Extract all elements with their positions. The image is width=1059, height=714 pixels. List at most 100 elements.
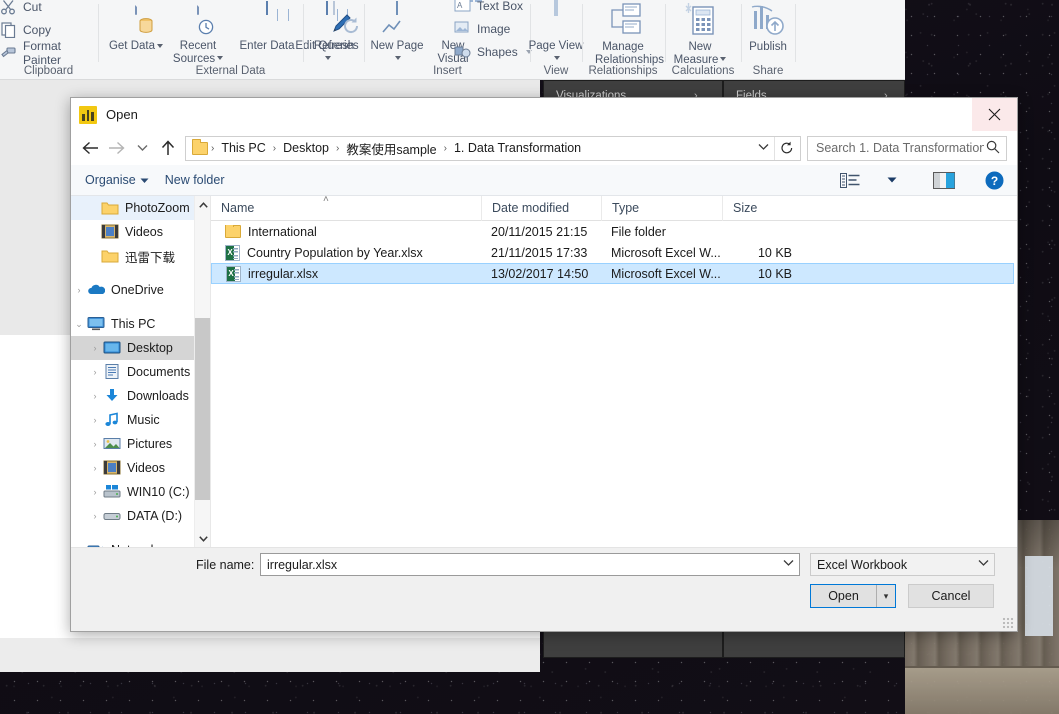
- ribbon-manage-relationships-button[interactable]: Manage Relationships: [595, 2, 664, 66]
- cancel-button[interactable]: Cancel: [908, 584, 994, 608]
- nav-item-photozoom-pro[interactable]: PhotoZoom Pro: [71, 196, 210, 220]
- breadcrumb-item-desktop[interactable]: Desktop: [277, 139, 335, 157]
- ribbon-new-measure-button[interactable]: New Measure: [668, 2, 732, 66]
- scroll-down-icon[interactable]: [195, 530, 210, 547]
- report-status-bar: [0, 638, 540, 672]
- address-chevron-down-icon[interactable]: [752, 143, 774, 154]
- column-header-size[interactable]: Size: [722, 195, 804, 221]
- file-name-input[interactable]: [261, 557, 777, 572]
- ribbon-shapes-label: Shapes: [477, 45, 518, 59]
- ribbon-shapes-button[interactable]: Shapes: [454, 41, 532, 63]
- table-row[interactable]: Country Population by Year.xlsx 21/11/20…: [211, 242, 1017, 263]
- ribbon-group-relationships-label: Relationships: [588, 65, 658, 77]
- preview-pane-icon[interactable]: [931, 169, 957, 191]
- file-name-chevron-down-icon[interactable]: [777, 559, 799, 570]
- ribbon-recent-sources-line1: Recent: [179, 40, 217, 52]
- nav-item-videos[interactable]: › Videos: [71, 456, 194, 480]
- chevron-right-icon[interactable]: ›: [87, 367, 103, 377]
- new-folder-button[interactable]: New folder: [165, 173, 225, 187]
- column-header-row: Name Date modified Type Size ˄: [211, 194, 1017, 221]
- ribbon-page-view-button[interactable]: Page View: [528, 0, 584, 65]
- search-box[interactable]: [807, 135, 1007, 161]
- breadcrumb: › This PC › Desktop › 教案使用sample › 1. Da…: [210, 137, 752, 160]
- breadcrumb-item-data-transformation[interactable]: 1. Data Transformation: [448, 139, 587, 157]
- ribbon-image-button[interactable]: Image: [454, 18, 510, 40]
- ribbon-text-box-button[interactable]: A Text Box: [454, 0, 523, 17]
- organise-button[interactable]: Organise: [85, 173, 149, 187]
- file-type-combobox[interactable]: Excel Workbook: [810, 553, 995, 576]
- nav-item-music[interactable]: › Music: [71, 408, 194, 432]
- onedrive-icon: [87, 282, 106, 298]
- back-icon[interactable]: [77, 135, 103, 161]
- nav-item-win10-c[interactable]: › WIN10 (C:): [71, 480, 194, 504]
- column-header-name[interactable]: Name: [211, 196, 481, 221]
- get-data-icon: [108, 1, 164, 38]
- table-row[interactable]: irregular.xlsx 13/02/2017 14:50 Microsof…: [211, 263, 1014, 284]
- chevron-right-icon[interactable]: ›: [87, 511, 103, 521]
- folder-icon: [225, 224, 241, 238]
- nav-item-documents[interactable]: › Documents: [71, 360, 194, 384]
- nav-item-data-d[interactable]: › DATA (D:): [71, 504, 194, 528]
- chevron-right-icon[interactable]: ›: [71, 285, 87, 295]
- open-split-caret-icon[interactable]: ▾: [877, 585, 895, 607]
- ribbon-copy-button[interactable]: Copy: [0, 19, 51, 41]
- ribbon-cut-button[interactable]: Cut: [0, 0, 42, 18]
- ribbon-recent-sources-button[interactable]: Recent Sources: [164, 1, 232, 65]
- ribbon-get-data-button[interactable]: Get Data: [108, 1, 164, 53]
- ribbon-publish-button[interactable]: Publish: [740, 2, 796, 54]
- view-list-icon[interactable]: [837, 169, 863, 191]
- nav-item-network[interactable]: › Network: [71, 538, 194, 547]
- recent-locations-chevron-down-icon[interactable]: [129, 135, 155, 161]
- nav-item-label: 迅雷下载: [125, 250, 176, 265]
- ribbon-image-label: Image: [477, 22, 511, 36]
- forward-icon[interactable]: [103, 135, 129, 161]
- power-bi-icon: [79, 105, 97, 124]
- nav-item-this-pc[interactable]: ⌄ This PC: [71, 312, 194, 336]
- ribbon-enter-data-button[interactable]: Enter Data: [239, 1, 295, 53]
- nav-item-downloads[interactable]: › Downloads: [71, 384, 194, 408]
- breadcrumb-item-this-pc[interactable]: This PC: [215, 139, 271, 157]
- help-icon[interactable]: ?: [981, 169, 1007, 191]
- nav-item-pictures[interactable]: › Pictures: [71, 432, 194, 456]
- scroll-up-icon[interactable]: [195, 196, 210, 213]
- column-header-date-modified[interactable]: Date modified: [481, 195, 601, 221]
- view-chevron-down-icon[interactable]: [879, 169, 905, 191]
- close-icon[interactable]: [972, 98, 1017, 131]
- file-type-chevron-down-icon[interactable]: [972, 559, 994, 570]
- up-icon[interactable]: [155, 135, 181, 161]
- image-icon: [454, 21, 471, 37]
- nav-item-label: DATA (D:): [127, 509, 183, 523]
- resize-grip[interactable]: [1002, 617, 1014, 629]
- chevron-right-icon[interactable]: ›: [87, 415, 103, 425]
- ribbon-group-insert: New Page New Visual A Text Box Image Sha…: [366, 0, 532, 80]
- file-name-combobox[interactable]: [260, 553, 800, 576]
- chevron-down-icon[interactable]: ⌄: [71, 319, 87, 330]
- open-button[interactable]: Open: [811, 585, 877, 607]
- chevron-right-icon[interactable]: ›: [87, 343, 103, 353]
- ribbon-group-share-label: Share: [752, 65, 784, 77]
- nav-item-xunlei-downloads[interactable]: 迅雷下载: [71, 244, 194, 268]
- nav-item-desktop[interactable]: › Desktop: [71, 336, 194, 360]
- refresh-icon[interactable]: [774, 136, 798, 160]
- column-header-type[interactable]: Type: [601, 195, 722, 221]
- chevron-right-icon[interactable]: ›: [87, 391, 103, 401]
- chevron-right-icon[interactable]: ›: [87, 463, 103, 473]
- file-name: International: [248, 224, 317, 239]
- open-button-group[interactable]: Open ▾: [810, 584, 896, 608]
- breadcrumb-item-sample[interactable]: 教案使用sample: [340, 137, 442, 160]
- nav-item-onedrive[interactable]: › OneDrive: [71, 278, 194, 302]
- nav-item-videos-user[interactable]: Videos: [71, 220, 194, 244]
- ribbon-enter-data-line1: Enter: [239, 40, 268, 52]
- pictures-icon: [103, 436, 121, 452]
- ribbon-refresh-button[interactable]: Refresh: [305, 1, 363, 53]
- scrollbar-thumb[interactable]: [195, 318, 210, 500]
- search-input[interactable]: [814, 140, 986, 156]
- ribbon-group-external-data-label: External Data: [195, 65, 266, 77]
- chevron-right-icon[interactable]: ›: [87, 439, 103, 449]
- navigation-scrollbar[interactable]: [194, 196, 210, 547]
- table-row[interactable]: International 20/11/2015 21:15 File fold…: [211, 221, 1017, 242]
- ribbon-format-painter-button[interactable]: Format Painter: [0, 39, 97, 67]
- address-bar[interactable]: › This PC › Desktop › 教案使用sample › 1. Da…: [185, 135, 801, 161]
- chevron-right-icon[interactable]: ›: [87, 487, 103, 497]
- ribbon-new-page-button[interactable]: New Page: [369, 1, 425, 65]
